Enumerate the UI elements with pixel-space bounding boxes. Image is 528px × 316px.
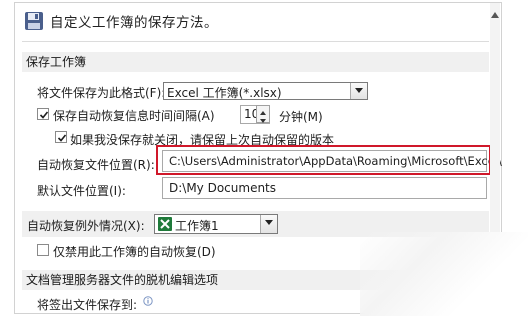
chevron-down-icon[interactable]: [260, 215, 277, 233]
format-select[interactable]: Excel 工作簿(*.xlsx): [163, 82, 368, 100]
spin-down-icon[interactable]: [257, 114, 269, 123]
autorecover-location-label: 自动恢复文件位置(R):: [37, 158, 155, 172]
interval-spinner[interactable]: [256, 105, 270, 123]
page-title: 自定义工作簿的保存方法。: [50, 15, 218, 31]
interval-unit-label: 分钟(M): [279, 110, 323, 124]
corner-fade-overlay: [360, 232, 528, 316]
format-label: 将文件保存为此格式(F):: [37, 86, 166, 100]
format-select-value: Excel 工作簿(*.xlsx): [167, 86, 282, 100]
chevron-down-icon[interactable]: [350, 83, 367, 99]
autorecover-checkbox[interactable]: [37, 108, 49, 120]
disable-autorecover-label: 仅禁用此工作簿的自动恢复(D): [53, 245, 216, 259]
workbook-select[interactable]: 工作簿1: [154, 214, 278, 234]
save-disk-icon: [24, 11, 44, 31]
default-location-label: 默认文件位置(I):: [37, 184, 126, 198]
keep-last-version-checkbox[interactable]: [55, 131, 67, 143]
default-location-input[interactable]: D:\My Documents: [162, 177, 487, 199]
section-heading-save: 保存工作簿: [22, 52, 489, 72]
disable-autorecover-checkbox[interactable]: [37, 244, 49, 256]
spin-up-icon[interactable]: [257, 106, 269, 115]
autorecover-label: 保存自动恢复信息时间间隔(A): [53, 109, 215, 123]
excel-workbook-icon: [158, 217, 172, 231]
info-icon[interactable]: [143, 295, 153, 306]
highlight-box: [156, 145, 491, 175]
scroll-up-icon[interactable]: [491, 7, 499, 21]
default-location-value: D:\My Documents: [169, 181, 277, 195]
divider: [22, 41, 489, 42]
exceptions-label: 自动恢复例外情况(X):: [27, 219, 145, 233]
checkout-location-label: 将签出文件保存到:: [37, 298, 138, 312]
workbook-select-value: 工作簿1: [175, 219, 219, 233]
